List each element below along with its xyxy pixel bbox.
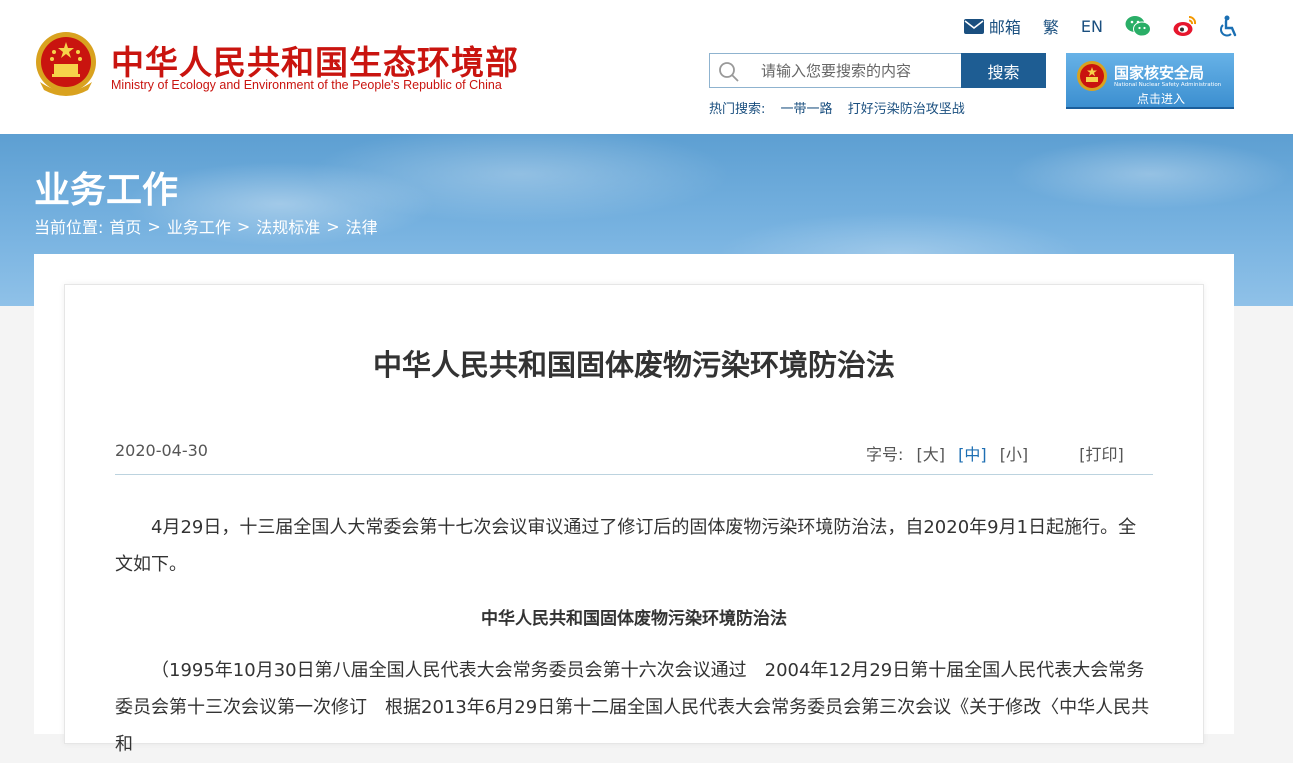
- breadcrumb-item-regulations[interactable]: 法规标准: [256, 214, 320, 238]
- site-header: 中华人民共和国生态环境部 Ministry of Ecology and Env…: [0, 0, 1293, 134]
- article-date: 2020-04-30: [115, 441, 208, 460]
- wechat-icon: [1125, 15, 1151, 37]
- search-input[interactable]: [750, 54, 971, 87]
- wechat-link[interactable]: [1125, 15, 1151, 37]
- hot-searches: 热门搜索: 一带一路 打好污染防治攻坚战: [709, 98, 976, 117]
- nnsa-name: 国家核安全局: [1114, 64, 1205, 82]
- breadcrumb-separator: >: [326, 216, 340, 236]
- article-title: 中华人民共和国固体废物污染环境防治法: [372, 348, 895, 382]
- breadcrumb-label: 当前位置:: [34, 218, 104, 237]
- breadcrumb-separator: >: [147, 216, 161, 236]
- site-title[interactable]: 中华人民共和国生态环境部: [111, 36, 519, 84]
- breadcrumb: 当前位置: 首页 > 业务工作 > 法规标准 > 法律: [34, 214, 378, 238]
- breadcrumb-item-business[interactable]: 业务工作: [167, 214, 231, 238]
- english-link[interactable]: EN: [1081, 17, 1103, 36]
- weibo-link[interactable]: [1173, 15, 1197, 37]
- accessibility-icon: [1219, 15, 1237, 37]
- nnsa-banner-link[interactable]: 国家核安全局 National Nuclear Safety Administr…: [1066, 53, 1234, 109]
- hot-search-item[interactable]: 打好污染防治攻坚战: [848, 102, 965, 117]
- nnsa-name-english: National Nuclear Safety Administration: [1114, 82, 1222, 88]
- national-emblem-logo[interactable]: [34, 28, 98, 98]
- article-tools: 字号: [大] [中] [小] [打印]: [866, 441, 1124, 465]
- search-icon: [718, 61, 740, 87]
- breadcrumb-item-home[interactable]: 首页: [109, 214, 141, 238]
- weibo-icon: [1173, 15, 1197, 37]
- traditional-chinese-link[interactable]: 繁: [1043, 14, 1059, 38]
- search-button[interactable]: 搜索: [961, 53, 1046, 88]
- mail-link[interactable]: 邮箱: [963, 14, 1021, 38]
- hot-searches-label: 热门搜索:: [709, 102, 766, 117]
- breadcrumb-separator: >: [236, 216, 251, 236]
- article-paragraph-intro: 4月29日，十三届全国人大常委会第十七次会议审议通过了修订后的固体废物污染环境防…: [115, 517, 1137, 575]
- article-divider: [115, 474, 1153, 475]
- accessibility-link[interactable]: [1219, 15, 1237, 37]
- search-box: 搜索: [709, 53, 1046, 88]
- mail-label: 邮箱: [988, 18, 1021, 37]
- top-links: 邮箱 繁 EN: [942, 14, 1237, 38]
- font-size-large-button[interactable]: [大]: [917, 445, 946, 464]
- font-size-label: 字号:: [866, 445, 904, 464]
- nnsa-enter-label: 点击进入: [1137, 92, 1186, 106]
- article-paragraph-history: （1995年10月30日第八届全国人民代表大会常务委员会第十六次会议通过 200…: [115, 660, 1150, 755]
- nnsa-emblem-icon: [1076, 60, 1108, 96]
- font-size-small-button[interactable]: [小]: [1000, 445, 1029, 464]
- print-button[interactable]: [打印]: [1079, 445, 1124, 464]
- breadcrumb-item-law[interactable]: 法律: [346, 214, 378, 238]
- article-subtitle: 中华人民共和国固体废物污染环境防治法: [481, 609, 787, 629]
- site-title-english[interactable]: Ministry of Ecology and Environment of t…: [111, 78, 502, 92]
- mail-icon: [963, 18, 984, 34]
- section-title: 业务工作: [34, 170, 179, 211]
- hot-search-item[interactable]: 一带一路: [781, 102, 833, 117]
- font-size-medium-button[interactable]: [中]: [958, 445, 987, 464]
